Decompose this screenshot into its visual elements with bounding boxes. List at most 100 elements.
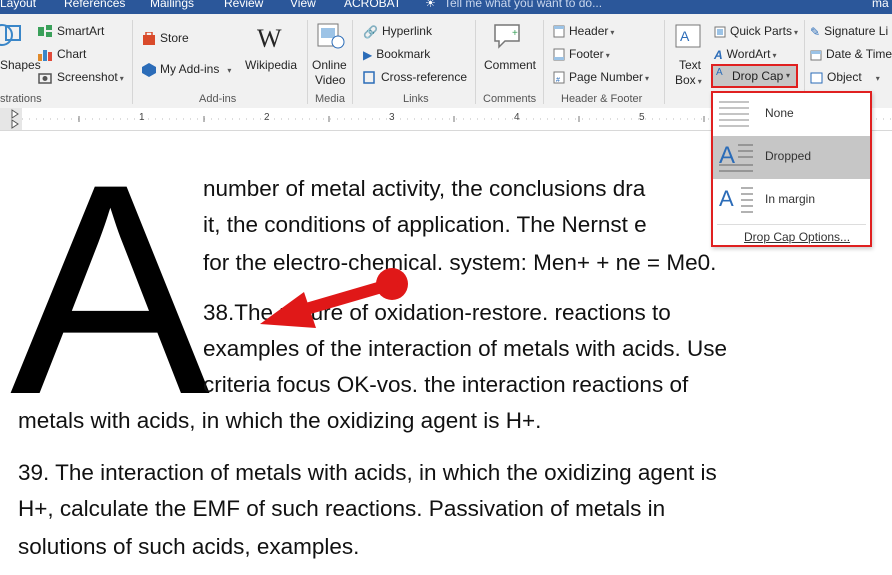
store-label: Store bbox=[160, 31, 189, 45]
wikipedia-button[interactable]: Wikipedia bbox=[245, 58, 297, 72]
crossref-label: Cross-reference bbox=[381, 70, 468, 84]
crossref-icon bbox=[363, 71, 375, 85]
shapes-icon bbox=[0, 24, 21, 46]
online-video-icon bbox=[316, 22, 346, 53]
group-links: Links bbox=[403, 93, 429, 105]
my-addins-button[interactable]: My Add-ins ▾ bbox=[142, 62, 231, 77]
in-margin-label: In margin bbox=[765, 192, 816, 206]
header-icon bbox=[553, 25, 565, 38]
store-icon bbox=[143, 31, 155, 45]
comment-button[interactable]: Comment bbox=[484, 58, 536, 72]
drop-cap-options-link[interactable]: Drop Cap Options... bbox=[744, 230, 850, 244]
chevron-down-icon: ▾ bbox=[697, 77, 702, 86]
store-button[interactable]: Store bbox=[142, 31, 189, 46]
paragraph-line: number of metal activity, the conclusion… bbox=[203, 176, 646, 201]
chevron-down-icon: ▾ bbox=[227, 66, 232, 75]
tab-view[interactable]: View bbox=[290, 0, 316, 9]
calendar-icon bbox=[810, 50, 822, 61]
page-number-button[interactable]: # Page Number ▾ bbox=[553, 70, 649, 84]
group-header-footer: Header & Footer bbox=[561, 93, 643, 105]
bookmark-button[interactable]: ▶ Bookmark bbox=[363, 47, 430, 62]
paragraph-line: criteria focus OK-vos. the interaction r… bbox=[203, 372, 689, 397]
header-button[interactable]: Header ▾ bbox=[553, 24, 614, 38]
online-video-label-1[interactable]: Online bbox=[312, 58, 347, 72]
paragraph-line: examples of the interaction of metals wi… bbox=[203, 336, 727, 361]
wordart-icon: A bbox=[714, 47, 723, 62]
group-addins: Add-ins bbox=[199, 93, 237, 105]
footer-button[interactable]: Footer ▾ bbox=[553, 47, 610, 61]
link-icon: 🔗 bbox=[363, 24, 378, 39]
drop-cap-none-option[interactable]: None bbox=[713, 93, 870, 136]
bookmark-label: Bookmark bbox=[376, 47, 431, 61]
ruler-number: 3 bbox=[389, 112, 395, 123]
drop-cap-icon: A bbox=[716, 67, 723, 78]
hyperlink-label: Hyperlink bbox=[381, 24, 432, 38]
addins-icon bbox=[142, 62, 156, 77]
text-box-label-1[interactable]: Text bbox=[679, 58, 701, 72]
svg-text:A: A bbox=[680, 28, 690, 44]
tab-references[interactable]: References bbox=[64, 0, 125, 9]
none-label: None bbox=[765, 106, 794, 120]
svg-text:A: A bbox=[719, 186, 734, 211]
tell-me-box[interactable]: Tell me what you want to do... bbox=[444, 0, 602, 9]
smartart-button[interactable]: SmartArt bbox=[38, 24, 104, 38]
quick-parts-button[interactable]: Quick Parts ▾ bbox=[714, 24, 798, 38]
chevron-down-icon: ▾ bbox=[610, 28, 615, 37]
group-divider bbox=[307, 20, 308, 104]
tab-acrobat[interactable]: ACROBAT bbox=[344, 0, 401, 9]
wordart-button[interactable]: A WordArt ▾ bbox=[714, 47, 776, 62]
paragraph-line: solutions of such acids, examples. bbox=[18, 534, 360, 559]
screenshot-label: Screenshot bbox=[57, 70, 118, 84]
object-button[interactable]: Object ▾ bbox=[810, 70, 880, 84]
screenshot-icon bbox=[38, 73, 52, 85]
drop-cap-menu: None A Dropped A In margin Drop Cap Opti… bbox=[711, 91, 872, 247]
online-video-label-2[interactable]: Video bbox=[315, 73, 345, 87]
chevron-down-icon: ▾ bbox=[875, 74, 880, 83]
group-divider bbox=[543, 20, 544, 104]
paragraph-line: it, the conditions of application. The N… bbox=[203, 212, 647, 237]
group-divider bbox=[352, 20, 353, 104]
shapes-button[interactable] bbox=[0, 22, 26, 48]
group-illustrations: strations bbox=[0, 93, 42, 105]
wikipedia-icon: W bbox=[257, 24, 282, 53]
text-box-label-2: Box bbox=[675, 73, 696, 87]
tab-layout[interactable]: Layout bbox=[0, 0, 36, 9]
chart-label: Chart bbox=[57, 47, 87, 61]
signature-line-button[interactable]: ✎ Signature Li bbox=[810, 24, 888, 39]
chevron-down-icon: ▾ bbox=[786, 71, 791, 80]
smartart-label: SmartArt bbox=[57, 24, 105, 38]
chart-button[interactable]: Chart bbox=[38, 47, 87, 62]
pen-icon: ✎ bbox=[810, 24, 821, 39]
quick-parts-icon bbox=[714, 26, 726, 38]
ruler-number: 2 bbox=[264, 112, 270, 123]
group-media: Media bbox=[315, 93, 345, 105]
quick-parts-label: Quick Parts bbox=[730, 24, 793, 38]
user-name[interactable]: ma bbox=[872, 0, 889, 9]
tab-mailings[interactable]: Mailings bbox=[150, 0, 194, 9]
drop-cap-in-margin-option[interactable]: A In margin bbox=[713, 179, 870, 222]
red-arrow-annotation bbox=[260, 268, 408, 328]
text-box-button[interactable]: Box ▾ bbox=[675, 73, 702, 87]
chevron-down-icon: ▾ bbox=[645, 74, 650, 83]
paragraph-line: 39. The interaction of metals with acids… bbox=[18, 460, 717, 485]
dropped-icon: A bbox=[719, 142, 753, 172]
bookmark-icon: ▶ bbox=[363, 47, 373, 62]
drop-cap-dropped-option[interactable]: A Dropped bbox=[713, 136, 870, 179]
my-addins-label: My Add-ins bbox=[160, 62, 220, 76]
date-time-label: Date & Time bbox=[826, 47, 892, 61]
date-time-button[interactable]: Date & Time bbox=[810, 47, 892, 61]
smartart-icon bbox=[38, 25, 52, 38]
drop-cap-letter[interactable]: A bbox=[10, 139, 210, 439]
paragraph-line: metals with acids, in which the oxidizin… bbox=[18, 408, 542, 433]
page-number-label: Page Number bbox=[569, 70, 644, 84]
group-divider bbox=[475, 20, 476, 104]
crossref-button[interactable]: Cross-reference bbox=[363, 70, 468, 85]
chevron-down-icon: ▾ bbox=[794, 28, 799, 37]
menu-divider bbox=[717, 224, 866, 225]
text-box-icon: A bbox=[675, 24, 703, 53]
screenshot-button[interactable]: Screenshot ▾ bbox=[38, 70, 124, 85]
ruler-number: 5 bbox=[639, 112, 645, 123]
hyperlink-button[interactable]: 🔗 Hyperlink bbox=[363, 24, 432, 39]
tab-review[interactable]: Review bbox=[224, 0, 263, 9]
drop-cap-button[interactable]: A Drop Cap ▾ bbox=[711, 64, 798, 88]
